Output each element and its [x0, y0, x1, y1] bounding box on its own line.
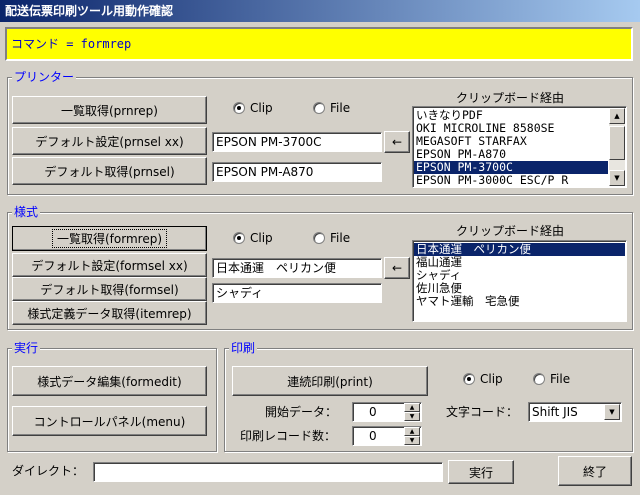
list-item[interactable]: いきなりPDF	[414, 109, 608, 122]
printer-set-default-button[interactable]: デフォルト設定(prnsel xx)	[12, 127, 207, 155]
list-item[interactable]: シャディ	[414, 269, 625, 282]
chevron-down-icon[interactable]: ▼	[604, 404, 620, 420]
scroll-down-icon[interactable]: ▼	[609, 170, 625, 186]
printer-list-button[interactable]: 一覧取得(prnrep)	[12, 96, 207, 124]
list-item[interactable]: ヤマト運輸 宅急便	[414, 295, 625, 308]
scroll-up-icon[interactable]: ▲	[609, 108, 625, 124]
form-set-input[interactable]: 日本通運 ペリカン便	[212, 258, 382, 278]
radio-selected-icon	[463, 373, 475, 385]
form-radio-clip[interactable]: Clip	[233, 231, 273, 245]
list-item[interactable]: 福山通運	[414, 256, 625, 269]
list-item[interactable]: 日本通運 ペリカン便	[414, 243, 625, 256]
printer-listbox[interactable]: いきなりPDF OKI MICROLINE 8580SE MEGASOFT STAR…	[412, 106, 627, 188]
form-listbox[interactable]: 日本通運 ペリカン便 福山通運 シャディ 佐川急便 ヤマト運輸 宅急便	[412, 240, 627, 322]
printer-get-default-button[interactable]: デフォルト取得(prnsel)	[12, 157, 207, 185]
radio-unselected-icon	[313, 102, 325, 114]
spin-up-icon[interactable]: ▲	[404, 403, 420, 412]
start-data-label: 開始データ：	[265, 405, 338, 419]
form-get-default-button[interactable]: デフォルト取得(formsel)	[12, 277, 207, 301]
radio-unselected-icon	[313, 232, 325, 244]
spin-down-icon[interactable]: ▼	[404, 412, 420, 421]
printer-default-output: EPSON PM-A870	[212, 162, 382, 182]
exit-button[interactable]: 終了	[558, 456, 632, 486]
run-group-title: 実行	[12, 341, 41, 355]
record-count-label: 印刷レコード数：	[240, 429, 337, 443]
list-item[interactable]: EPSON PM-3700C	[414, 161, 608, 174]
print-group-title: 印刷	[229, 341, 258, 355]
direct-label: ダイレクト：	[12, 464, 85, 478]
command-display: コマンド = formrep	[5, 27, 633, 61]
form-clipboard-label: クリップボード経由	[456, 224, 565, 238]
charset-label: 文字コード：	[446, 405, 519, 419]
radio-unselected-icon	[533, 373, 545, 385]
main-window: 配送伝票印刷ツール用動作確認 コマンド = formrep プリンター 一覧取得…	[0, 0, 640, 495]
form-set-default-button[interactable]: デフォルト設定(formsel xx)	[12, 253, 207, 277]
list-item[interactable]: EPSON PM-A870	[414, 148, 608, 161]
control-panel-button[interactable]: コントロールパネル(menu)	[12, 406, 207, 436]
window-title: 配送伝票印刷ツール用動作確認	[0, 0, 640, 22]
printer-copy-arrow-button[interactable]: ←	[384, 131, 410, 153]
printer-radio-clip[interactable]: Clip	[233, 101, 273, 115]
spin-down-icon[interactable]: ▼	[404, 436, 420, 445]
scroll-thumb[interactable]	[609, 126, 625, 160]
printer-radio-file[interactable]: File	[313, 101, 350, 115]
start-data-spinner[interactable]: ▲ ▼	[404, 403, 420, 421]
direct-run-button[interactable]: 実行	[448, 460, 514, 484]
run-group: 実行	[7, 341, 217, 452]
printer-set-input[interactable]: EPSON PM-3700C	[212, 132, 382, 152]
printer-list-scrollbar[interactable]: ▲ ▼	[609, 108, 625, 186]
form-radio-file[interactable]: File	[313, 231, 350, 245]
list-item[interactable]: EPSON PM-3000C ESC/P R	[414, 174, 608, 187]
form-group-title: 様式	[12, 205, 41, 219]
form-default-output: シャディ	[212, 283, 382, 303]
printer-clipboard-label: クリップボード経由	[456, 91, 565, 105]
list-item[interactable]: 佐川急便	[414, 282, 625, 295]
radio-selected-icon	[233, 232, 245, 244]
continuous-print-button[interactable]: 連続印刷(print)	[232, 366, 428, 396]
printer-group-title: プリンター	[12, 70, 77, 84]
form-list-button[interactable]: 一覧取得(formrep)	[12, 226, 207, 251]
list-item[interactable]: MEGASOFT STARFAX	[414, 135, 608, 148]
record-count-spinner[interactable]: ▲ ▼	[404, 427, 420, 445]
print-radio-file[interactable]: File	[533, 372, 570, 386]
form-edit-button[interactable]: 様式データ編集(formedit)	[12, 366, 207, 396]
list-item[interactable]: OKI MICROLINE 8580SE	[414, 122, 608, 135]
spin-up-icon[interactable]: ▲	[404, 427, 420, 436]
direct-input[interactable]	[93, 462, 443, 482]
print-radio-clip[interactable]: Clip	[463, 372, 503, 386]
form-copy-arrow-button[interactable]: ←	[384, 257, 410, 279]
radio-selected-icon	[233, 102, 245, 114]
form-definition-button[interactable]: 様式定義データ取得(itemrep)	[12, 301, 207, 325]
